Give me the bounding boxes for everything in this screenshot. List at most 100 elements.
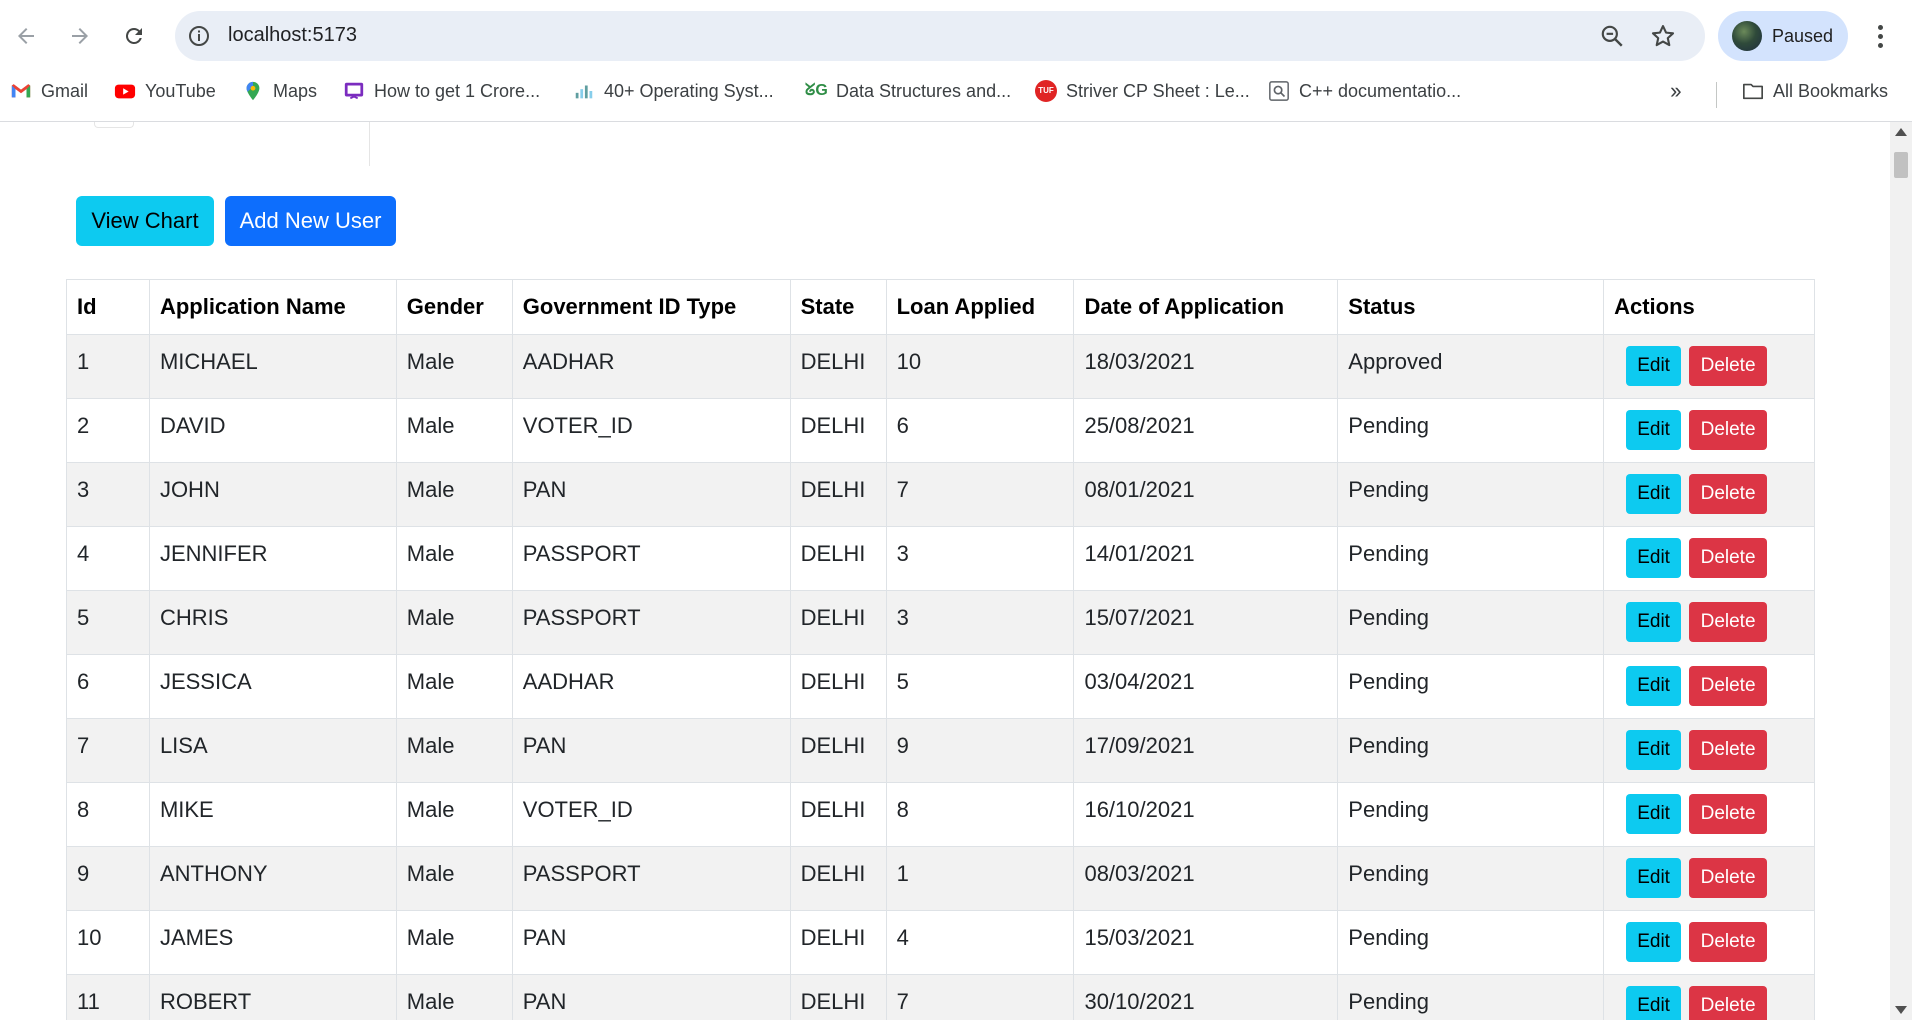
browser-menu-icon[interactable] bbox=[1866, 18, 1894, 54]
delete-button[interactable]: Delete bbox=[1689, 666, 1768, 706]
back-button[interactable] bbox=[4, 14, 48, 58]
view-chart-button[interactable]: View Chart bbox=[76, 196, 214, 246]
edit-button[interactable]: Edit bbox=[1626, 986, 1682, 1020]
cell-gender: Male bbox=[395, 846, 513, 911]
site-info-icon[interactable] bbox=[187, 24, 211, 48]
cell-id: 6 bbox=[66, 654, 150, 719]
bookmark-gmail[interactable]: Gmail bbox=[10, 78, 88, 104]
bookmark-operating-systems[interactable]: 40+ Operating Syst... bbox=[573, 78, 774, 104]
cell-government-id-type: PASSPORT bbox=[511, 526, 791, 591]
table-row: 6 JESSICA Male AADHAR DELHI 5 03/04/2021 Pendin… bbox=[66, 654, 1815, 719]
address-bar[interactable]: localhost:5173 bbox=[175, 11, 1705, 61]
cell-loan-applied: 9 bbox=[885, 718, 1075, 783]
bookmarks-divider bbox=[1716, 82, 1717, 108]
url-text: localhost:5173 bbox=[228, 24, 357, 46]
bookmark-label: Data Structures and... bbox=[836, 80, 1012, 101]
edit-button[interactable]: Edit bbox=[1626, 730, 1682, 770]
cell-status: Pending bbox=[1337, 654, 1605, 719]
cell-government-id-type: VOTER_ID bbox=[511, 782, 791, 847]
delete-button[interactable]: Delete bbox=[1689, 922, 1768, 962]
edit-button[interactable]: Edit bbox=[1626, 474, 1682, 514]
bookmark-star-icon[interactable] bbox=[1649, 22, 1677, 50]
delete-button[interactable]: Delete bbox=[1689, 602, 1768, 642]
bookmark-label: YouTube bbox=[145, 80, 216, 101]
bookmark-striver[interactable]: TUF Striver CP Sheet : Le... bbox=[1035, 78, 1250, 104]
cell-gender: Male bbox=[395, 526, 513, 591]
edit-button[interactable]: Edit bbox=[1626, 346, 1682, 386]
forward-button[interactable] bbox=[58, 14, 102, 58]
page-scrollbar[interactable] bbox=[1890, 122, 1912, 1020]
browser-chrome: localhost:5173 Paused Gmail YouTube Maps… bbox=[0, 0, 1912, 122]
bookmark-data-structures[interactable]: ᘜG Data Structures and... bbox=[805, 78, 1011, 104]
delete-button[interactable]: Delete bbox=[1689, 730, 1768, 770]
zoom-icon[interactable] bbox=[1599, 23, 1625, 49]
table-row: 5 CHRIS Male PASSPORT DELHI 3 15/07/2021 Pendin… bbox=[66, 590, 1815, 655]
profile-button[interactable]: Paused bbox=[1718, 11, 1848, 61]
edit-button[interactable]: Edit bbox=[1626, 922, 1682, 962]
edit-button[interactable]: Edit bbox=[1626, 538, 1682, 578]
cell-state: DELHI bbox=[789, 910, 887, 975]
cell-government-id-type: PAN bbox=[511, 974, 791, 1020]
cell-id: 1 bbox=[66, 334, 150, 399]
bookmark-label: C++ documentatio... bbox=[1299, 80, 1462, 101]
more-bookmarks-icon[interactable]: ›› bbox=[1670, 78, 1682, 104]
scroll-down-icon[interactable] bbox=[1895, 1006, 1907, 1014]
cell-status: Approved bbox=[1337, 334, 1605, 399]
cell-id: 11 bbox=[66, 974, 150, 1020]
cell-state: DELHI bbox=[789, 590, 887, 655]
edit-button[interactable]: Edit bbox=[1626, 794, 1682, 834]
bookmark-cpp-docs[interactable]: C++ documentatio... bbox=[1268, 78, 1461, 104]
cell-actions: Edit Delete bbox=[1603, 462, 1815, 527]
cell-government-id-type: PASSPORT bbox=[511, 590, 791, 655]
section-divider bbox=[369, 122, 370, 166]
delete-button[interactable]: Delete bbox=[1689, 858, 1768, 898]
cell-government-id-type: PAN bbox=[511, 910, 791, 975]
cell-loan-applied: 3 bbox=[885, 526, 1075, 591]
add-new-user-button[interactable]: Add New User bbox=[225, 196, 396, 246]
scroll-up-icon[interactable] bbox=[1895, 128, 1907, 136]
bookmark-course[interactable]: How to get 1 Crore... bbox=[343, 78, 540, 104]
cell-loan-applied: 1 bbox=[885, 846, 1075, 911]
all-bookmarks-button[interactable]: All Bookmarks bbox=[1742, 78, 1888, 104]
cell-application-name: CHRIS bbox=[148, 590, 397, 655]
cell-actions: Edit Delete bbox=[1603, 846, 1815, 911]
header-state: State bbox=[789, 279, 887, 335]
delete-button[interactable]: Delete bbox=[1689, 538, 1768, 578]
cell-date-of-application: 15/03/2021 bbox=[1073, 910, 1339, 975]
scrollbar-thumb[interactable] bbox=[1894, 152, 1908, 178]
edit-button[interactable]: Edit bbox=[1626, 666, 1682, 706]
cell-gender: Male bbox=[395, 782, 513, 847]
cell-gender: Male bbox=[395, 654, 513, 719]
delete-button[interactable]: Delete bbox=[1689, 986, 1768, 1020]
bookmark-maps[interactable]: Maps bbox=[242, 78, 317, 104]
cell-loan-applied: 7 bbox=[885, 974, 1075, 1020]
reload-button[interactable] bbox=[112, 14, 156, 58]
geeksforgeeks-icon: ᘜG bbox=[805, 82, 828, 99]
avatar bbox=[1732, 21, 1762, 51]
table-row: 2 DAVID Male VOTER_ID DELHI 6 25/08/2021 Pendin… bbox=[66, 398, 1815, 463]
delete-button[interactable]: Delete bbox=[1689, 474, 1768, 514]
delete-button[interactable]: Delete bbox=[1689, 794, 1768, 834]
delete-button[interactable]: Delete bbox=[1689, 346, 1768, 386]
cell-actions: Edit Delete bbox=[1603, 398, 1815, 463]
tuf-icon: TUF bbox=[1035, 80, 1057, 102]
delete-button[interactable]: Delete bbox=[1689, 410, 1768, 450]
table-row: 8 MIKE Male VOTER_ID DELHI 8 16/10/2021 Pending… bbox=[66, 782, 1815, 847]
cell-loan-applied: 4 bbox=[885, 910, 1075, 975]
cell-status: Pending bbox=[1337, 718, 1605, 783]
cell-status: Pending bbox=[1337, 526, 1605, 591]
cell-gender: Male bbox=[395, 334, 513, 399]
cell-gender: Male bbox=[395, 718, 513, 783]
cell-loan-applied: 5 bbox=[885, 654, 1075, 719]
cell-actions: Edit Delete bbox=[1603, 782, 1815, 847]
cell-actions: Edit Delete bbox=[1603, 654, 1815, 719]
cell-state: DELHI bbox=[789, 654, 887, 719]
edit-button[interactable]: Edit bbox=[1626, 602, 1682, 642]
bookmark-youtube[interactable]: YouTube bbox=[114, 78, 216, 104]
edit-button[interactable]: Edit bbox=[1626, 410, 1682, 450]
cell-date-of-application: 18/03/2021 bbox=[1073, 334, 1339, 399]
cell-id: 2 bbox=[66, 398, 150, 463]
edit-button[interactable]: Edit bbox=[1626, 858, 1682, 898]
search-page-icon bbox=[1269, 81, 1289, 101]
cell-actions: Edit Delete bbox=[1603, 910, 1815, 975]
